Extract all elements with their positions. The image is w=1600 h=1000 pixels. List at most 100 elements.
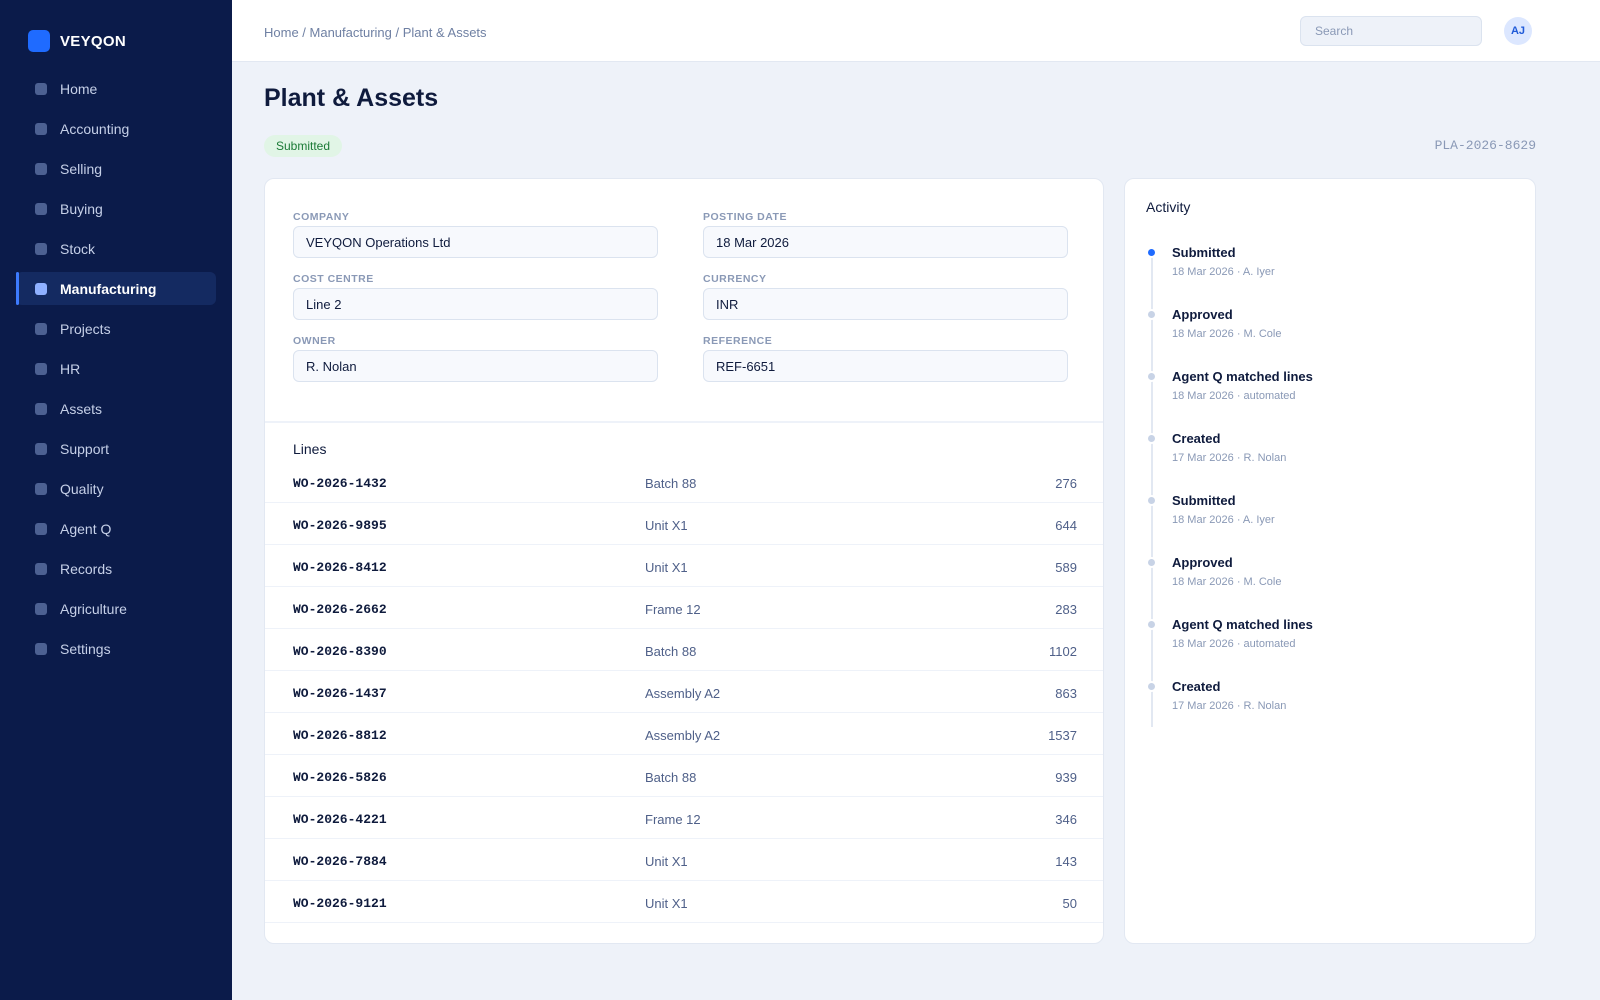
line-item-name: Batch 88 (645, 770, 697, 785)
timeline-event-title: Approved (1172, 307, 1233, 322)
sidebar-item-assets[interactable]: Assets (16, 392, 216, 425)
company-label: COMPANY (293, 211, 350, 223)
sidebar-item-records[interactable]: Records (16, 552, 216, 585)
timeline-dot-icon (1146, 247, 1157, 258)
timeline-item: Created 17 Mar 2026 · R. Nolan (1146, 679, 1516, 741)
line-work-order-id[interactable]: WO-2026-9895 (293, 518, 387, 533)
reference-input[interactable] (703, 350, 1068, 382)
line-work-order-id[interactable]: WO-2026-4221 (293, 812, 387, 827)
reference-field: REFERENCE (703, 335, 1068, 382)
home-icon (35, 82, 47, 95)
table-row[interactable]: WO-2026-8412 Unit X1 589 (265, 545, 1103, 587)
line-quantity: 283 (1055, 602, 1077, 617)
table-row[interactable]: WO-2026-2662 Frame 12 283 (265, 587, 1103, 629)
support-icon (35, 442, 47, 455)
search-input[interactable] (1300, 16, 1482, 46)
timeline-event-title: Submitted (1172, 493, 1236, 508)
owner-input[interactable] (293, 350, 658, 382)
sidebar-item-quality[interactable]: Quality (16, 472, 216, 505)
line-work-order-id[interactable]: WO-2026-8390 (293, 644, 387, 659)
sidebar-item-label: Stock (60, 240, 96, 257)
line-work-order-id[interactable]: WO-2026-8812 (293, 728, 387, 743)
line-quantity: 644 (1055, 518, 1077, 533)
activity-title: Activity (1146, 199, 1191, 215)
timeline-event-meta: 18 Mar 2026 · automated (1172, 638, 1296, 650)
sidebar-item-stock[interactable]: Stock (16, 232, 216, 265)
cost-centre-input[interactable] (293, 288, 658, 320)
sidebar-item-settings[interactable]: Settings (16, 632, 216, 665)
line-work-order-id[interactable]: WO-2026-1432 (293, 476, 387, 491)
line-work-order-id[interactable]: WO-2026-2662 (293, 602, 387, 617)
table-row[interactable]: WO-2026-7884 Unit X1 143 (265, 839, 1103, 881)
sidebar-item-label: Settings (60, 640, 111, 657)
brand-logo-icon (28, 30, 50, 52)
timeline-item: Agent Q matched lines 18 Mar 2026 · autom… (1146, 617, 1516, 679)
timeline-event-title: Approved (1172, 555, 1233, 570)
sidebar-item-label: Quality (60, 480, 104, 497)
line-item-name: Batch 88 (645, 644, 697, 659)
timeline-item: Approved 18 Mar 2026 · M. Cole (1146, 307, 1516, 369)
settings-icon (35, 642, 47, 655)
agriculture-icon (35, 602, 47, 615)
agent-q-icon (35, 522, 47, 535)
line-quantity: 939 (1055, 770, 1077, 785)
line-work-order-id[interactable]: WO-2026-9121 (293, 896, 387, 911)
line-work-order-id[interactable]: WO-2026-1437 (293, 686, 387, 701)
sidebar-item-hr[interactable]: HR (16, 352, 216, 385)
sidebar-item-agriculture[interactable]: Agriculture (16, 592, 216, 625)
timeline-event-title: Agent Q matched lines (1172, 617, 1313, 632)
breadcrumb[interactable]: Home / Manufacturing / Plant & Assets (264, 25, 487, 40)
line-work-order-id[interactable]: WO-2026-8412 (293, 560, 387, 575)
table-row[interactable]: WO-2026-9895 Unit X1 644 (265, 503, 1103, 545)
currency-field: CURRENCY (703, 273, 1068, 320)
line-work-order-id[interactable]: WO-2026-7884 (293, 854, 387, 869)
timeline-dot-icon (1146, 681, 1157, 692)
sidebar-item-accounting[interactable]: Accounting (16, 112, 216, 145)
owner-field: OWNER (293, 335, 658, 382)
activity-panel: Activity Submitted 18 Mar 2026 · A. Iyer A… (1124, 178, 1536, 944)
avatar[interactable]: AJ (1504, 17, 1532, 45)
table-row[interactable]: WO-2026-1432 Batch 88 276 (265, 461, 1103, 503)
line-item-name: Frame 12 (645, 602, 701, 617)
company-input[interactable] (293, 226, 658, 258)
table-row[interactable]: WO-2026-8812 Assembly A2 1537 (265, 713, 1103, 755)
page-title: Plant & Assets (264, 84, 439, 112)
sidebar-item-agent-q[interactable]: Agent Q (16, 512, 216, 545)
sidebar-item-home[interactable]: Home (16, 72, 216, 105)
table-row[interactable]: WO-2026-5826 Batch 88 939 (265, 755, 1103, 797)
timeline-event-meta: 18 Mar 2026 · M. Cole (1172, 328, 1282, 340)
currency-label: CURRENCY (703, 273, 767, 285)
hr-icon (35, 362, 47, 375)
manufacturing-icon (35, 282, 47, 295)
line-item-name: Unit X1 (645, 854, 688, 869)
table-row[interactable]: WO-2026-8390 Batch 88 1102 (265, 629, 1103, 671)
timeline-event-meta: 17 Mar 2026 · R. Nolan (1172, 452, 1287, 464)
posting-date-label: POSTING DATE (703, 211, 787, 223)
sidebar-item-label: Agriculture (60, 600, 127, 617)
sidebar-item-selling[interactable]: Selling (16, 152, 216, 185)
posting-date-field: POSTING DATE (703, 211, 1068, 258)
buying-icon (35, 202, 47, 215)
sidebar-item-manufacturing[interactable]: Manufacturing (16, 272, 216, 305)
sidebar-item-support[interactable]: Support (16, 432, 216, 465)
line-quantity: 1537 (1048, 728, 1077, 743)
timeline-item: Submitted 18 Mar 2026 · A. Iyer (1146, 493, 1516, 555)
sidebar-item-label: Manufacturing (60, 280, 157, 297)
sidebar-nav: Home Accounting Selling Buying Stock Manufact… (16, 72, 216, 672)
posting-date-input[interactable] (703, 226, 1068, 258)
status-badge: Submitted (264, 135, 343, 157)
brand[interactable]: VEYQON (28, 30, 126, 52)
sidebar-item-projects[interactable]: Projects (16, 312, 216, 345)
table-row[interactable]: WO-2026-4221 Frame 12 346 (265, 797, 1103, 839)
reference-label: REFERENCE (703, 335, 773, 347)
currency-input[interactable] (703, 288, 1068, 320)
timeline-item: Created 17 Mar 2026 · R. Nolan (1146, 431, 1516, 493)
line-work-order-id[interactable]: WO-2026-5826 (293, 770, 387, 785)
records-icon (35, 562, 47, 575)
sidebar-item-buying[interactable]: Buying (16, 192, 216, 225)
document-card: COMPANY POSTING DATE COST CENTRE CURRENC… (264, 178, 1104, 944)
line-item-name: Assembly A2 (645, 686, 721, 701)
table-row[interactable]: WO-2026-9121 Unit X1 50 (265, 881, 1103, 923)
timeline-item: Approved 18 Mar 2026 · M. Cole (1146, 555, 1516, 617)
table-row[interactable]: WO-2026-1437 Assembly A2 863 (265, 671, 1103, 713)
